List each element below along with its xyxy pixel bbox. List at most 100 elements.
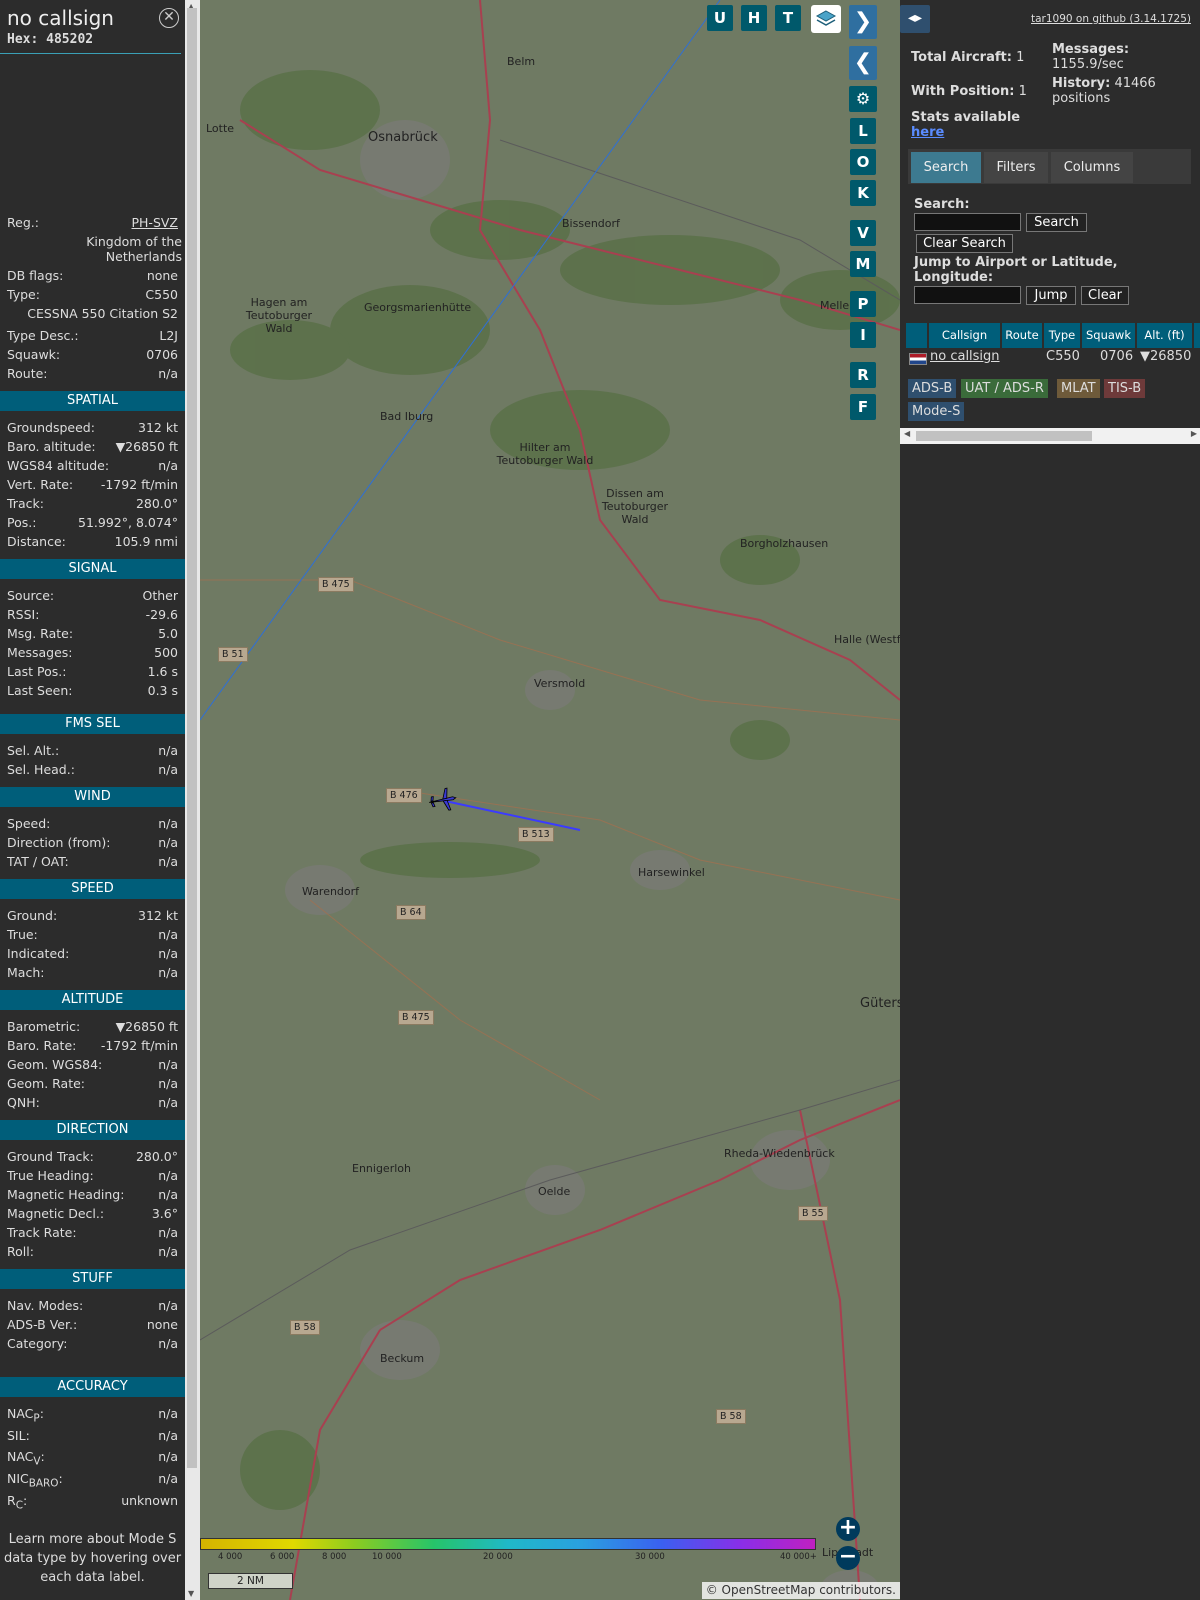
toggle-m-button[interactable]: M (850, 251, 876, 277)
zoom-in-button[interactable]: + (836, 1517, 860, 1541)
left-panel-scrollbar[interactable]: ▲ ▼ (185, 0, 200, 1600)
spatial-row: Pos.: 51.992°, 8.074° (0, 513, 181, 532)
row-callsign[interactable]: no callsign (930, 349, 1000, 364)
squawk-value: 0706 (146, 347, 178, 362)
altitude-label: Baro. Rate: (7, 1038, 77, 1053)
altitude-value: -1792 ft/min (100, 1038, 178, 1053)
chip-adsb[interactable]: ADS-B (908, 379, 957, 398)
info-route-row: Route: n/a (0, 364, 181, 383)
wind-row: Speed: n/a (0, 814, 181, 833)
altitude-label: QNH: (7, 1095, 40, 1110)
search-button[interactable]: Search (1026, 213, 1087, 232)
nacv-sub: V (33, 1455, 41, 1468)
jump-button[interactable]: Jump (1026, 286, 1076, 305)
altitude-tick: 10 000 (372, 1552, 402, 1562)
header-divider (0, 53, 181, 54)
expand-arrows-icon: ◂▸ (907, 10, 923, 26)
wind-value: n/a (158, 854, 178, 869)
netherlands-flag-icon (909, 353, 927, 365)
clear-search-button[interactable]: Clear Search (916, 234, 1013, 253)
tab-filters[interactable]: Filters (984, 152, 1048, 183)
table-row[interactable]: no callsign C550 0706 ▼26850 (906, 349, 1200, 369)
chevron-left-icon: ❮ (853, 50, 873, 75)
toggle-r-button[interactable]: R (850, 362, 876, 388)
history-label: History: (1052, 76, 1111, 91)
signal-value: 5.0 (158, 626, 178, 641)
stuff-label: ADS-B Ver.: (7, 1317, 78, 1332)
wind-row: Direction (from): n/a (0, 833, 181, 852)
tab-columns[interactable]: Columns (1051, 152, 1133, 183)
layers-button[interactable] (811, 5, 841, 33)
chip-modes[interactable]: Mode-S (908, 402, 965, 421)
hscroll-thumb[interactable] (916, 431, 1092, 441)
info-type-full-row: CESSNA 550 Citation S2 (0, 304, 181, 323)
nacv-label-text: NAC (7, 1449, 34, 1464)
toggle-l-button[interactable]: L (850, 118, 876, 144)
toggle-t-button[interactable]: T (775, 5, 801, 31)
scrollbar-thumb[interactable] (187, 8, 197, 1468)
scroll-down-icon[interactable]: ▼ (188, 1589, 194, 1598)
search-label: Search: (914, 197, 970, 212)
chip-mlat[interactable]: MLAT (1057, 379, 1100, 398)
acc-nicbaro-row: NICBARO: n/a (0, 1469, 181, 1490)
toggle-u-button[interactable]: U (707, 5, 733, 31)
collapse-left-button[interactable]: ❮ (849, 46, 877, 80)
speed-value: 312 kt (138, 908, 178, 923)
wind-row: TAT / OAT: n/a (0, 852, 181, 871)
scroll-left-icon[interactable]: ◀ (904, 429, 910, 438)
signal-row: Msg. Rate: 5.0 (0, 624, 181, 643)
toggle-p-button[interactable]: P (850, 291, 876, 317)
toggle-h-button[interactable]: H (741, 5, 767, 31)
road-shield: B 58 (290, 1320, 320, 1335)
sil-label: SIL: (7, 1428, 30, 1443)
zoom-out-button[interactable]: − (836, 1546, 860, 1570)
registration-link[interactable]: PH-SVZ (132, 213, 179, 232)
column-route-header[interactable]: Route (1002, 323, 1042, 348)
map-label: Oelde (538, 1185, 571, 1198)
settings-button[interactable]: ⚙ (849, 86, 877, 112)
altitude-value: ▼26850 ft (115, 1019, 178, 1034)
column-altitude-header[interactable]: Alt. (ft) (1137, 323, 1192, 348)
map-label: Hagen am Teutoburger Wald (245, 296, 313, 335)
chip-uat[interactable]: UAT / ADS-R (961, 379, 1048, 398)
github-link[interactable]: tar1090 on github (3.14.1725) (1031, 13, 1191, 25)
nicbaro-value: n/a (158, 1471, 178, 1486)
road-shield: B 476 (386, 788, 422, 803)
section-speed: SPEED (0, 879, 185, 899)
section-altitude: ALTITUDE (0, 990, 185, 1010)
dbflags-value: none (146, 268, 178, 283)
map-label: Beckum (380, 1352, 425, 1365)
column-callsign-header[interactable]: Callsign (929, 323, 1000, 348)
toggle-k-button[interactable]: K (850, 180, 876, 206)
map-label: Georgsmarienhütte (364, 301, 472, 314)
toggle-v-button[interactable]: V (850, 220, 876, 246)
stats-link[interactable]: here (911, 125, 1020, 140)
scroll-right-icon[interactable]: ▶ (1191, 429, 1197, 438)
map-view[interactable]: Belm Osnabrück Lotte Bissendorf Hagen am… (200, 0, 900, 1600)
chip-tisb[interactable]: TIS-B (1104, 379, 1146, 398)
expand-right-button[interactable]: ❯ (849, 5, 877, 39)
withpos-value: 1 (1018, 84, 1027, 99)
map-label: Hilter am Teutoburger Wald (496, 441, 594, 467)
toggle-o-button[interactable]: O (850, 149, 876, 175)
signal-value: 0.3 s (147, 683, 178, 698)
column-type-header[interactable]: Type (1044, 323, 1080, 348)
clear-button[interactable]: Clear (1081, 286, 1129, 305)
chevron-right-icon: ❯ (853, 9, 873, 34)
toggle-sidebar-button[interactable]: ◂▸ (900, 5, 930, 33)
jump-input[interactable] (914, 286, 1021, 304)
search-input[interactable] (914, 213, 1021, 231)
column-squawk-header[interactable]: Squawk (1082, 323, 1135, 348)
tab-search[interactable]: Search (911, 152, 981, 183)
signal-label: Source: (7, 588, 55, 603)
road-shield: B 58 (716, 1409, 746, 1424)
toggle-f-button[interactable]: F (850, 394, 876, 420)
spatial-label: Vert. Rate: (7, 477, 74, 492)
stats-label: Stats available (911, 110, 1021, 125)
direction-row: True Heading: n/a (0, 1166, 181, 1185)
horizontal-scrollbar[interactable]: ◀ ▶ (900, 428, 1200, 444)
map-attribution[interactable]: © OpenStreetMap contributors. (701, 1582, 900, 1599)
toggle-i-button[interactable]: I (850, 322, 876, 348)
rc-label-text: R (7, 1493, 16, 1508)
close-icon[interactable]: ✕ (159, 8, 179, 28)
